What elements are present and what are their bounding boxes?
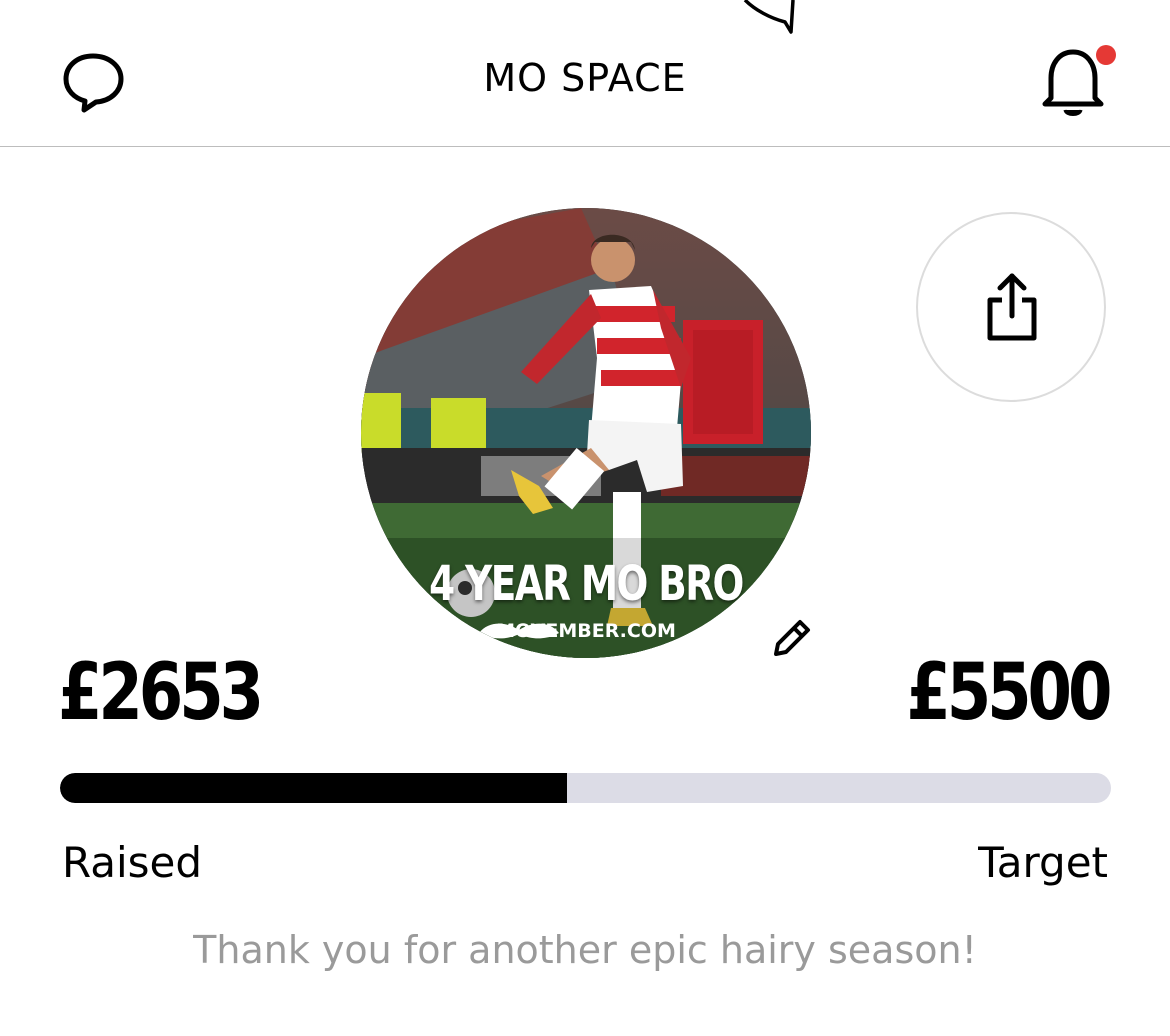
top-bar: MO SPACE [0,0,1170,147]
pencil-icon [774,620,810,656]
thank-you-message: Thank you for another epic hairy season! [193,928,977,972]
target-label: Target [978,838,1108,887]
mo-space-screen: MO SPACE 4 YEAR MO BRO MOVEMBER.COM £265… [0,0,1170,1036]
bell-icon [1042,45,1116,116]
edit-photo-button[interactable] [764,614,814,664]
notifications-button[interactable] [1035,40,1119,124]
page-title: MO SPACE [483,56,687,100]
photo-caption: 4 YEAR MO BRO [429,556,744,612]
fundraising-progress-bar [60,773,1111,803]
target-amount: £5500 [905,648,1112,738]
raised-amount: £2653 [58,648,264,738]
notification-dot [1096,45,1116,65]
raised-label: Raised [62,838,203,887]
share-button[interactable] [916,212,1106,402]
share-icon [987,273,1037,341]
progress-fill [60,773,567,803]
photo-site-label: MOVEMBER.COM [496,620,676,642]
profile-photo[interactable]: 4 YEAR MO BRO MOVEMBER.COM [361,208,811,658]
